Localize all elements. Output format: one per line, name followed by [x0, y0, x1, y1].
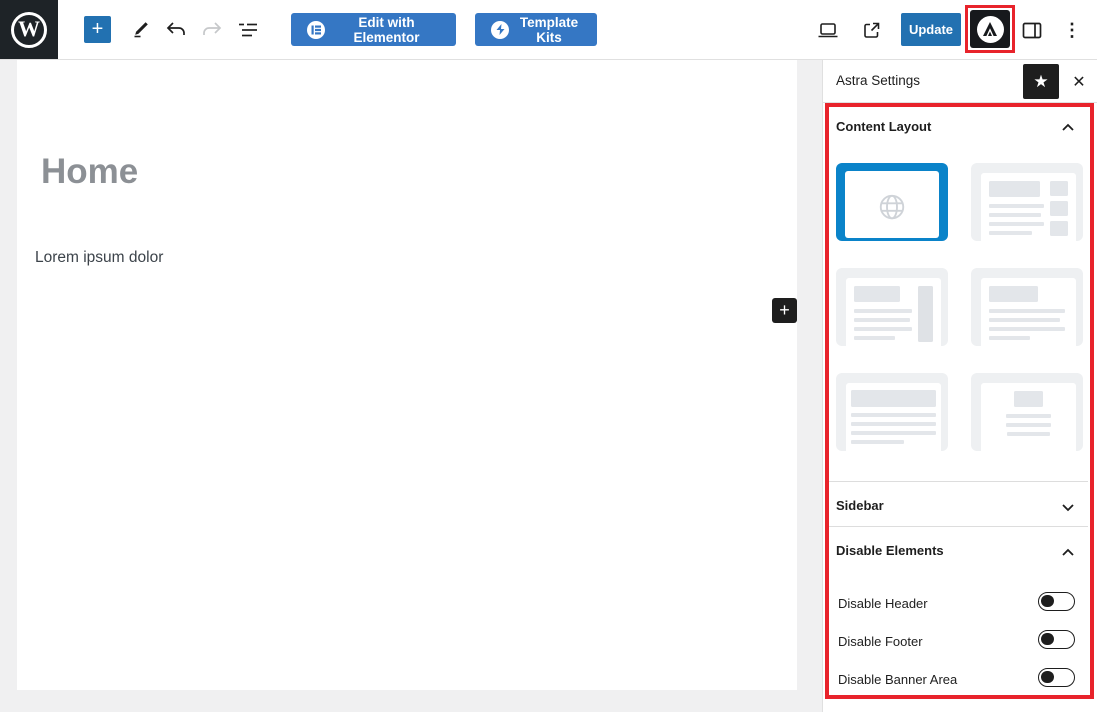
wordpress-icon: W	[11, 11, 47, 48]
toggle-knob	[1041, 670, 1054, 683]
layout-option-default-selected[interactable]	[836, 163, 948, 241]
pin-star-button[interactable]: ★	[1023, 64, 1059, 99]
settings-sidebar-icon[interactable]	[1016, 14, 1048, 46]
layout-option-stretched[interactable]	[836, 373, 948, 451]
disable-footer-row: Disable Footer	[825, 626, 1091, 658]
disable-banner-area-row: Disable Banner Area	[825, 664, 1091, 696]
disable-header-toggle[interactable]	[1038, 592, 1075, 611]
list-view-icon[interactable]	[232, 14, 264, 46]
layout-thumb-card	[845, 171, 939, 238]
block-inserter-button[interactable]: +	[84, 16, 111, 43]
astra-icon	[976, 15, 1004, 43]
edit-with-elementor-label: Edit with Elementor	[353, 14, 420, 45]
template-kits-label: Template Kits	[519, 14, 579, 45]
section-content-layout-label: Content Layout	[836, 119, 932, 134]
toggle-knob	[1041, 594, 1054, 607]
view-post-external-icon[interactable]	[855, 14, 887, 46]
post-title[interactable]: Home	[41, 152, 138, 192]
disable-header-row: Disable Header	[825, 588, 1091, 620]
redo-icon	[196, 14, 228, 46]
panel-title: Astra Settings	[836, 73, 921, 88]
post-paragraph[interactable]: Lorem ipsum dolor	[35, 249, 163, 267]
section-disable-elements-label: Disable Elements	[836, 543, 944, 558]
astra-settings-toggle-button[interactable]	[970, 10, 1010, 48]
options-kebab-icon[interactable]: ⋮	[1056, 14, 1088, 46]
layout-thumb-card	[981, 278, 1076, 346]
disable-banner-area-label: Disable Banner Area	[838, 672, 958, 687]
wordpress-logo[interactable]: W	[0, 0, 58, 59]
chevron-up-icon	[1062, 548, 1074, 556]
layout-option-normal[interactable]	[971, 268, 1083, 346]
tools-pencil-icon[interactable]	[124, 14, 156, 46]
disable-banner-area-toggle[interactable]	[1038, 668, 1075, 687]
editor-canvas[interactable]: Home Lorem ipsum dolor +	[17, 60, 797, 690]
toggle-knob	[1041, 632, 1054, 645]
astra-settings-panel: Astra Settings ★ ✕ Content Layout Sideba…	[822, 60, 1097, 712]
layout-thumb-card	[981, 173, 1076, 241]
preview-desktop-icon[interactable]	[812, 14, 844, 46]
panel-header: Astra Settings ★ ✕	[823, 60, 1097, 103]
block-append-button[interactable]: +	[772, 298, 797, 323]
chevron-down-icon	[1062, 504, 1074, 512]
section-sidebar-label: Sidebar	[836, 498, 884, 513]
edit-with-elementor-button[interactable]: Edit with Elementor	[291, 13, 456, 46]
chevron-up-icon	[1062, 123, 1074, 131]
undo-icon[interactable]	[160, 14, 192, 46]
highlight-box-astra-icon	[965, 5, 1015, 53]
layout-thumb-card	[846, 278, 941, 346]
layout-option-content-sidebar[interactable]	[836, 268, 948, 346]
template-kits-icon	[491, 20, 509, 39]
update-button[interactable]: Update	[901, 13, 961, 46]
close-icon[interactable]: ✕	[1066, 69, 1092, 95]
elementor-icon	[307, 20, 325, 39]
layout-option-narrow[interactable]	[971, 373, 1083, 451]
layout-option-right-sidebar[interactable]	[971, 163, 1083, 241]
disable-header-label: Disable Header	[838, 596, 928, 611]
editor-toolbar: W + Edit with Elementor Template Kits Up…	[0, 0, 1097, 60]
disable-footer-toggle[interactable]	[1038, 630, 1075, 649]
globe-icon	[879, 194, 905, 219]
template-kits-button[interactable]: Template Kits	[475, 13, 597, 46]
disable-footer-label: Disable Footer	[838, 634, 923, 649]
layout-thumb-card	[846, 383, 941, 451]
layout-thumb-card	[981, 383, 1076, 451]
